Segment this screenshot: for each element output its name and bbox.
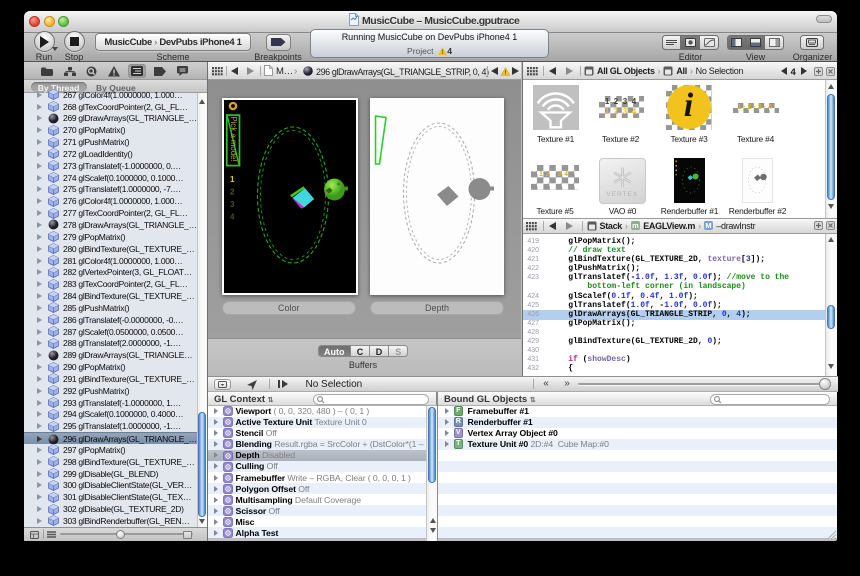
svg-text:1: 1 [230, 175, 235, 184]
svg-text:4: 4 [230, 212, 235, 221]
svg-text:!: ! [442, 50, 444, 55]
svg-text:Pick a mode!: Pick a mode! [228, 116, 237, 161]
svg-text:!: ! [504, 69, 506, 75]
svg-text:2: 2 [230, 187, 235, 196]
svg-text:3: 3 [230, 200, 235, 209]
